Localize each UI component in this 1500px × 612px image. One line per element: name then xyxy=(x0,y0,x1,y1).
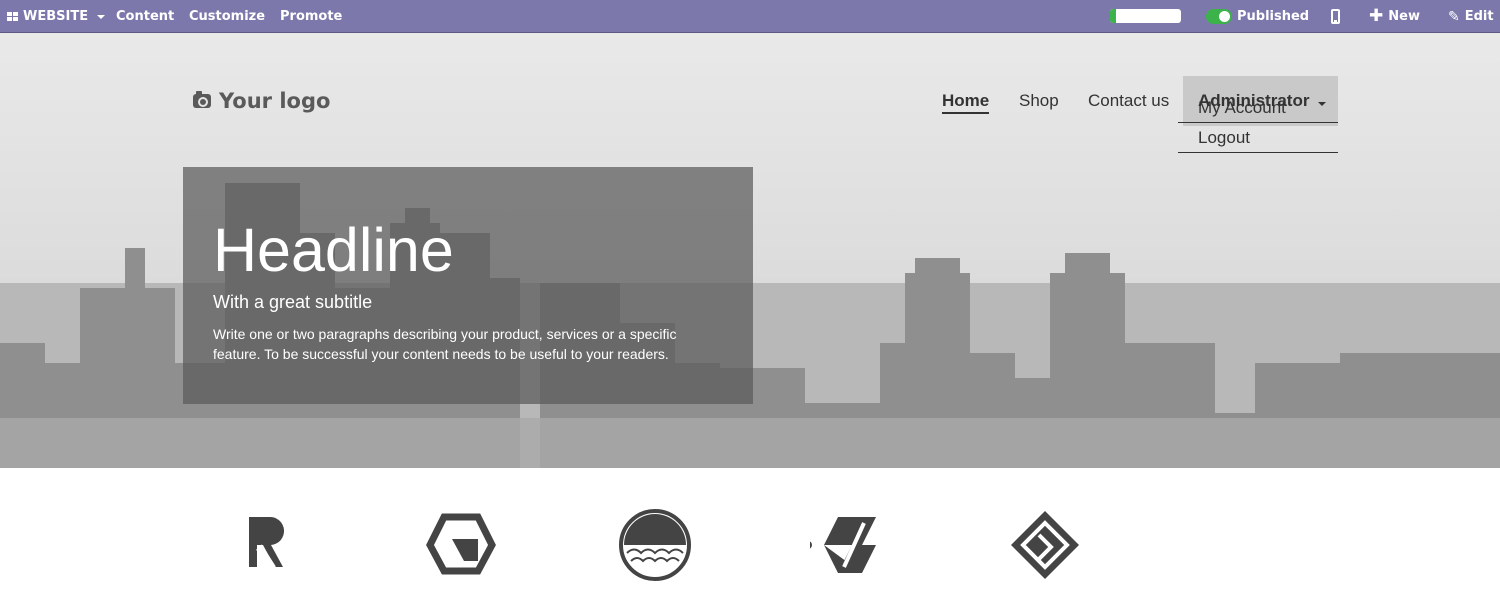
promote-menu-label: Promote xyxy=(280,9,343,24)
caret-down-icon xyxy=(97,14,106,19)
hero-section: Your logo Home Shop Contact us Administr… xyxy=(0,33,1500,468)
camera-icon xyxy=(193,91,211,108)
website-menu-label: WEBSITE xyxy=(23,9,89,24)
circle-waves-logo-icon xyxy=(619,509,691,581)
edit-label: Edit xyxy=(1464,9,1494,24)
hero-subtitle: With a great subtitle xyxy=(213,292,373,312)
nav-shop[interactable]: Shop xyxy=(1019,76,1059,126)
progress-fill xyxy=(1110,9,1116,23)
toggle-switch-icon xyxy=(1206,9,1232,24)
edit-button[interactable]: ✎ Edit xyxy=(1448,0,1494,33)
nav-contact-label: Contact us xyxy=(1088,91,1170,110)
logo-text: Your logo xyxy=(219,89,331,113)
new-button[interactable]: ✚ New xyxy=(1369,0,1420,33)
pencil-icon: ✎ xyxy=(1448,8,1460,25)
mobile-preview-button[interactable] xyxy=(1331,0,1340,33)
nav-shop-label: Shop xyxy=(1019,91,1059,110)
nav-home-label: Home xyxy=(942,91,990,114)
seo-progress-bar[interactable] xyxy=(1110,9,1181,23)
nav-contact-us[interactable]: Contact us xyxy=(1088,76,1169,126)
new-label: New xyxy=(1388,9,1420,24)
diamond-logo-icon xyxy=(1011,511,1079,579)
nav-home[interactable]: Home xyxy=(942,76,990,126)
apps-icon xyxy=(7,12,18,21)
hexagon-logo-icon xyxy=(426,513,496,575)
mobile-phone-icon xyxy=(1331,9,1340,24)
published-label: Published xyxy=(1237,9,1310,24)
customize-menu-label: Customize xyxy=(189,9,266,24)
r-logo-icon xyxy=(249,516,285,568)
site-logo[interactable]: Your logo xyxy=(193,89,330,113)
customize-menu-button[interactable]: Customize xyxy=(189,0,265,33)
hero-paragraph: Write one or two paragraphs describing y… xyxy=(213,326,677,362)
hero-text-box: Headline With a great subtitle Write one… xyxy=(183,167,753,404)
content-menu-button[interactable]: Content xyxy=(116,0,174,33)
content-menu-label: Content xyxy=(116,9,175,24)
website-menu-button[interactable]: WEBSITE xyxy=(7,0,106,33)
dropdown-my-account[interactable]: My Account xyxy=(1178,93,1338,123)
published-toggle[interactable]: Published xyxy=(1206,0,1309,33)
promote-menu-button[interactable]: Promote xyxy=(280,0,342,33)
parallelogram-logo-icon xyxy=(810,517,876,573)
dropdown-logout[interactable]: Logout xyxy=(1178,123,1338,153)
plus-icon: ✚ xyxy=(1369,6,1384,26)
admin-top-bar: WEBSITE Content Customize Promote Publis… xyxy=(0,0,1500,33)
hero-headline: Headline xyxy=(213,216,454,284)
